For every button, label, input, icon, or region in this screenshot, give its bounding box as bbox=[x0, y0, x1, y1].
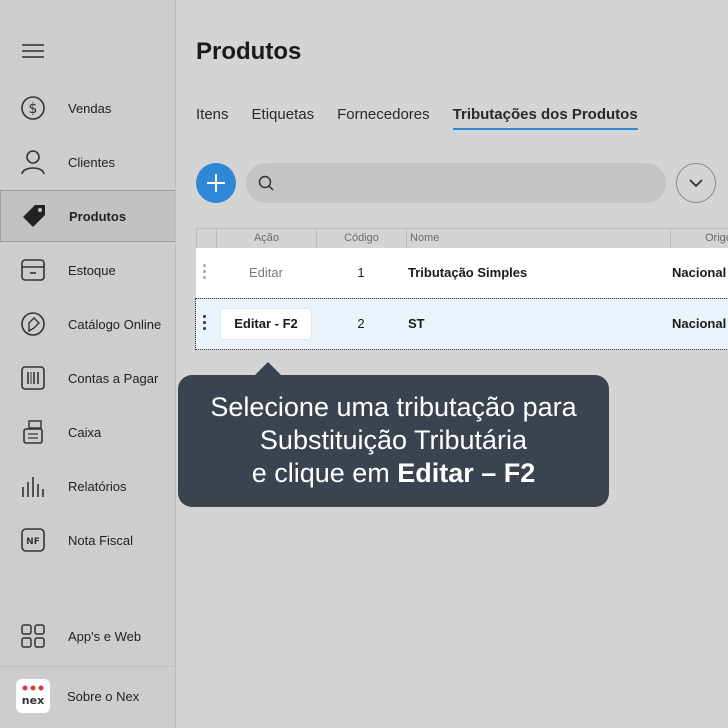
nf-icon: NF bbox=[20, 527, 46, 553]
column-header-nome[interactable]: Nome bbox=[406, 229, 670, 248]
edit-link[interactable]: Editar bbox=[216, 248, 316, 298]
sidebar-item-catalogo-online[interactable]: Catálogo Online bbox=[0, 298, 175, 350]
search-bar bbox=[246, 163, 666, 203]
page-title: Produtos bbox=[196, 38, 302, 65]
sidebar-item-label: Caixa bbox=[68, 424, 102, 440]
column-header-acao[interactable]: Ação bbox=[216, 229, 316, 248]
tooltip-line-3: e clique em Editar – F2 bbox=[178, 457, 609, 490]
tooltip-line-2: Substituição Tributária bbox=[259, 425, 528, 455]
menu-icon[interactable] bbox=[22, 44, 44, 62]
code-cell: 2 bbox=[357, 316, 365, 331]
sidebar-item-sobre-o-nex[interactable]: nex Sobre o Nex bbox=[0, 670, 175, 722]
name-cell: Tributação Simples bbox=[408, 265, 528, 280]
tooltip-shortcut: Editar – F2 bbox=[397, 458, 536, 488]
tab-fornecedores[interactable]: Fornecedores bbox=[337, 106, 430, 130]
sidebar-item-label: Estoque bbox=[68, 262, 116, 278]
sidebar: $ Vendas Clientes Produtos Estoque Catál… bbox=[0, 0, 176, 728]
add-button[interactable] bbox=[196, 163, 236, 203]
plus-icon bbox=[207, 174, 225, 192]
dollar-circle-icon: $ bbox=[20, 95, 46, 121]
box-icon bbox=[20, 257, 46, 283]
nex-logo: nex bbox=[16, 679, 50, 713]
origin-cell: Nacional bbox=[672, 265, 727, 280]
sidebar-item-label: Contas a Pagar bbox=[68, 370, 159, 386]
table-row[interactable]: Editar 1 Tributação Simples Nacional bbox=[196, 248, 728, 298]
sidebar-item-label: Relatórios bbox=[68, 478, 127, 494]
sidebar-divider bbox=[0, 666, 175, 667]
tooltip-line-3-prefix: e clique em bbox=[251, 458, 398, 488]
drag-handle-icon[interactable] bbox=[203, 315, 207, 333]
search-input[interactable] bbox=[282, 174, 666, 192]
tab-itens[interactable]: Itens bbox=[196, 106, 229, 130]
origin-cell: Nacional bbox=[672, 316, 727, 331]
catalog-icon bbox=[20, 311, 46, 337]
sidebar-item-label: Produtos bbox=[69, 208, 127, 224]
person-icon bbox=[20, 149, 46, 175]
tab-tributacoes-dos-produtos[interactable]: Tributações dos Produtos bbox=[452, 106, 638, 130]
table-row-selected[interactable]: Editar - F2 2 ST Nacional bbox=[195, 298, 728, 350]
chevron-down-icon bbox=[689, 179, 703, 188]
code-cell: 1 bbox=[357, 265, 365, 280]
sidebar-item-clientes[interactable]: Clientes bbox=[0, 136, 175, 188]
sidebar-item-contas-a-pagar[interactable]: Contas a Pagar bbox=[0, 352, 175, 404]
column-header-codigo[interactable]: Código bbox=[316, 229, 406, 248]
tag-icon bbox=[21, 203, 47, 229]
sidebar-item-relatorios[interactable]: Relatórios bbox=[0, 460, 175, 512]
barcode-icon bbox=[20, 365, 46, 391]
sidebar-item-vendas[interactable]: $ Vendas bbox=[0, 82, 175, 134]
sidebar-item-label: Nota Fiscal bbox=[68, 532, 134, 548]
name-cell: ST bbox=[408, 316, 425, 331]
sidebar-item-nota-fiscal[interactable]: NF Nota Fiscal bbox=[0, 514, 175, 566]
svg-text:nex: nex bbox=[22, 694, 44, 707]
sidebar-item-label: Clientes bbox=[68, 154, 115, 170]
nf-icon-text: NF bbox=[26, 537, 40, 547]
sidebar-item-label: Vendas bbox=[68, 100, 112, 116]
tab-etiquetas[interactable]: Etiquetas bbox=[252, 106, 315, 130]
svg-text:$: $ bbox=[29, 101, 38, 117]
sidebar-item-label: Sobre o Nex bbox=[67, 688, 140, 704]
sidebar-item-estoque[interactable]: Estoque bbox=[0, 244, 175, 296]
column-header-origem[interactable]: Origem bbox=[670, 229, 728, 248]
edit-f2-button[interactable]: Editar - F2 bbox=[221, 309, 311, 339]
sidebar-item-produtos[interactable]: Produtos bbox=[0, 190, 175, 242]
search-icon bbox=[258, 175, 274, 191]
drag-handle-icon[interactable] bbox=[203, 264, 207, 282]
table-header: Ação Código Nome Origem bbox=[196, 228, 728, 249]
sidebar-item-label: App's e Web bbox=[68, 628, 142, 644]
sidebar-item-apps-e-web[interactable]: App's e Web bbox=[0, 610, 175, 662]
tooltip-arrow bbox=[254, 362, 282, 376]
register-icon bbox=[20, 419, 46, 445]
filter-expand-button[interactable] bbox=[676, 163, 716, 203]
bars-icon bbox=[20, 473, 46, 499]
apps-grid-icon bbox=[20, 623, 46, 649]
drag-column-header bbox=[196, 229, 216, 248]
tooltip-line-1: Selecione uma tributação para bbox=[210, 392, 577, 422]
tab-bar: Itens Etiquetas Fornecedores Tributações… bbox=[196, 106, 661, 130]
instruction-tooltip: Selecione uma tributação para Substituiç… bbox=[178, 375, 609, 507]
sidebar-item-label: Catálogo Online bbox=[68, 316, 162, 332]
sidebar-item-caixa[interactable]: Caixa bbox=[0, 406, 175, 458]
